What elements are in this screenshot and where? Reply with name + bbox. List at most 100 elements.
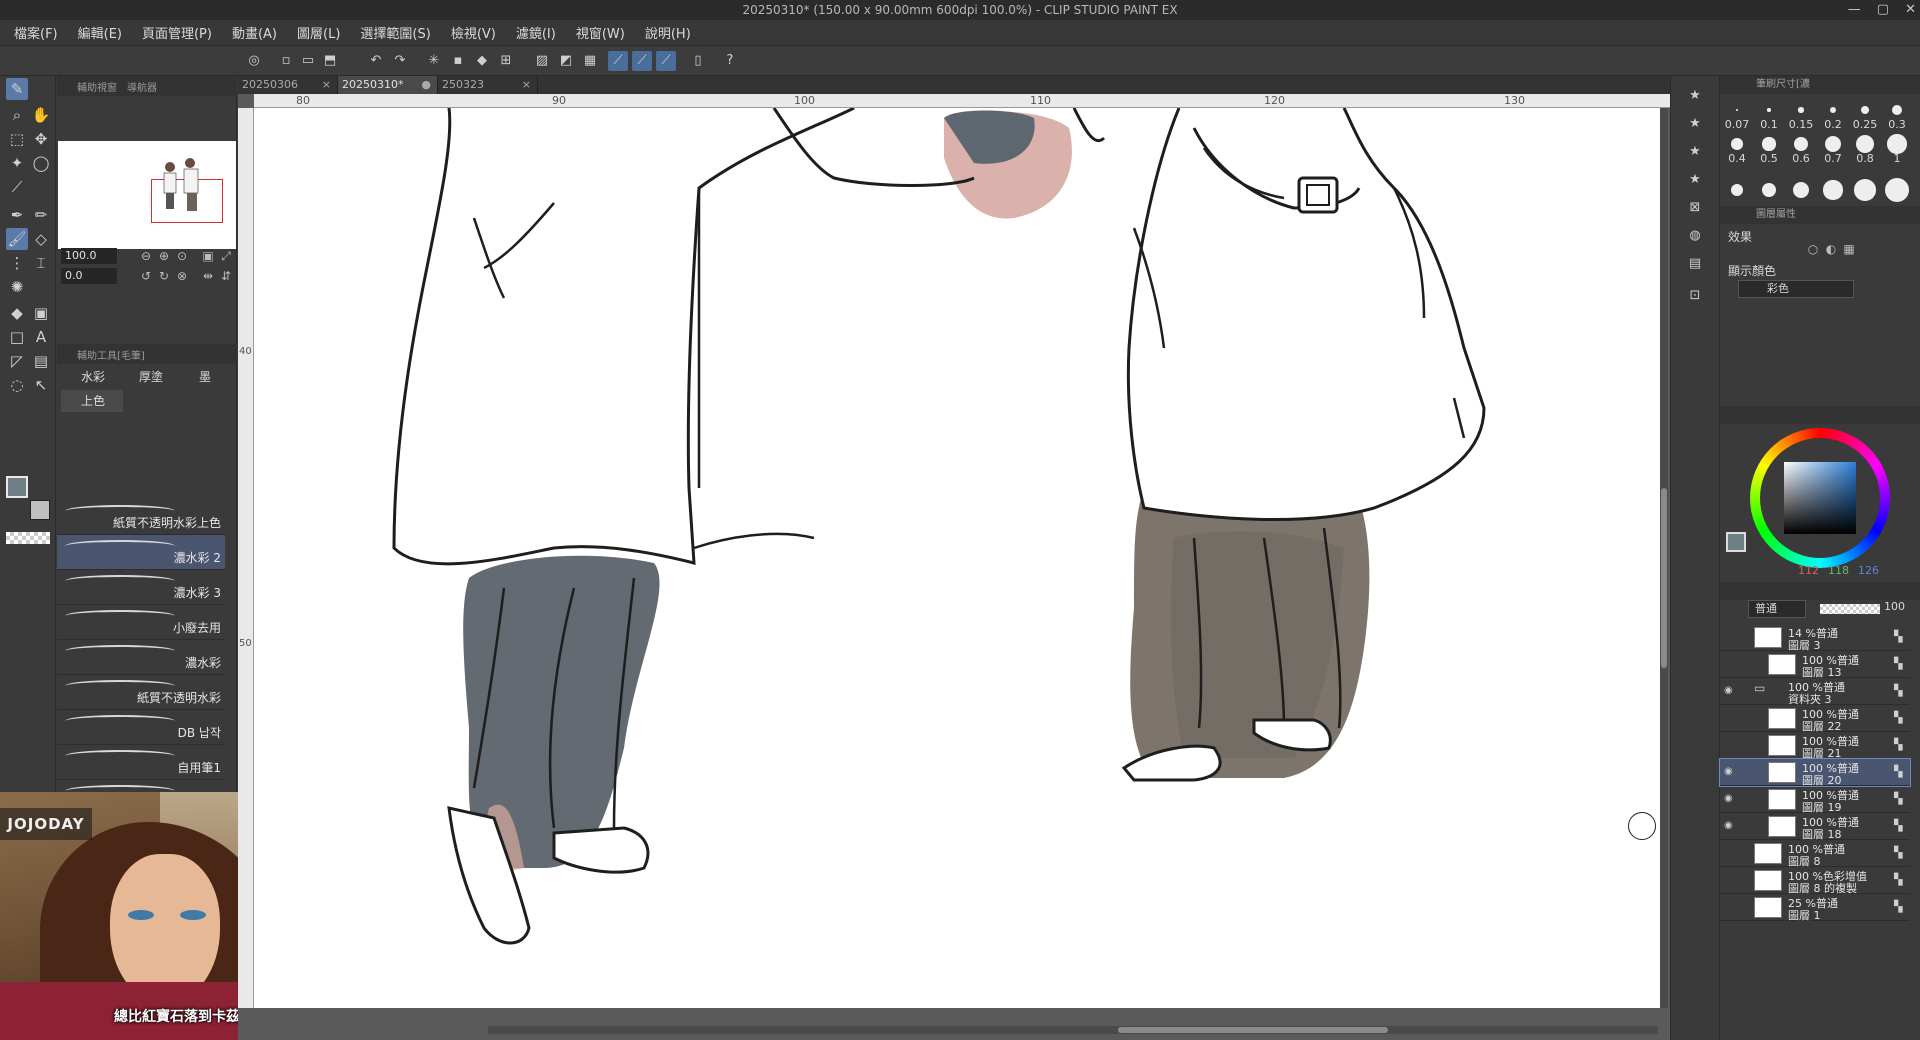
close-icon[interactable]: × [522, 76, 531, 94]
layer-row[interactable]: 100 %普通 圖層 21 ▚ [1720, 732, 1910, 760]
saturation-value-square[interactable] [1784, 462, 1856, 534]
brush-size-label[interactable]: 0.25 [1850, 118, 1880, 131]
eye-icon[interactable] [1724, 874, 1738, 886]
doc-tab-250323[interactable]: 250323 × [438, 76, 538, 94]
layer-name[interactable]: 圖層 1 [1788, 907, 1821, 923]
opacity-slider[interactable] [1820, 604, 1880, 614]
close-icon[interactable]: × [322, 76, 331, 94]
zoom-fit-icon[interactable]: ⊙ [175, 249, 189, 263]
brush-size-dot[interactable] [1887, 134, 1907, 154]
layer-row[interactable]: 25 %普通 圖層 1 ▚ [1720, 894, 1910, 923]
open-file-icon[interactable]: ▭ [298, 51, 318, 71]
layer-row[interactable]: 100 %普通 圖層 22 ▚ [1720, 705, 1910, 733]
layer-row[interactable]: ◉ 100 %普通 圖層 19 ▚ [1720, 786, 1910, 814]
snap-ruler-icon[interactable]: ◩ [556, 51, 576, 71]
snap-special-ruler-icon[interactable]: ⟋ [608, 51, 628, 71]
layer-row[interactable]: ◉ ▭ 100 %普通 資料夾 3 ▚ [1720, 678, 1910, 706]
eye-icon[interactable]: ◉ [1724, 766, 1738, 778]
brush-size-label[interactable]: 0.1 [1754, 118, 1784, 131]
frame-border-icon[interactable]: ◸ [6, 350, 28, 372]
fit-navigator-icon[interactable]: ⤢ [219, 249, 233, 263]
brush-size-dot[interactable] [1762, 137, 1776, 151]
layer-property-icon[interactable]: ▤ [1685, 254, 1705, 274]
menu-file[interactable]: 檔案(F) [14, 23, 58, 42]
close-button[interactable]: ✕ [1905, 0, 1916, 20]
brush-size-dot[interactable] [1761, 182, 1777, 198]
menu-edit[interactable]: 編輯(E) [78, 23, 122, 42]
pen-tool-icon[interactable]: ✎ [6, 78, 28, 100]
layer-row[interactable]: ◉ 100 %普通 圖層 20 ▚ [1719, 758, 1911, 787]
brush-size-dot[interactable] [1731, 184, 1743, 196]
brush-size-dot[interactable] [1823, 180, 1843, 200]
brush-size-dot[interactable] [1829, 106, 1837, 114]
brush-size-label[interactable]: 0.07 [1722, 118, 1752, 131]
eraser-icon[interactable]: ◇ [30, 228, 52, 250]
hand-tool-icon[interactable]: ✋ [30, 104, 52, 126]
brush-size-dot[interactable] [1856, 135, 1874, 153]
brush-size-label[interactable]: 0.4 [1722, 152, 1752, 165]
flip-vertical-icon[interactable]: ⇵ [219, 269, 233, 283]
doc-tab-20250310[interactable]: 20250310* ● [338, 76, 438, 94]
auto-select-icon[interactable]: ✦ [6, 152, 28, 174]
brush-icon[interactable]: 🖌 [6, 228, 28, 250]
text-tool-icon[interactable]: A [30, 326, 52, 348]
fill-tool-icon[interactable]: ◆ [6, 302, 28, 324]
layer-row[interactable]: 100 %普通 圖層 13 ▚ [1720, 651, 1910, 679]
eye-icon[interactable] [1724, 712, 1738, 724]
brush-size-label[interactable]: 0.3 [1882, 118, 1912, 131]
effect-pattern-icon[interactable]: ▦ [1842, 242, 1856, 256]
vertical-scrollbar[interactable] [1660, 108, 1668, 1008]
current-color-swatch[interactable] [1726, 532, 1746, 552]
effect-tone-icon[interactable]: ◐ [1824, 242, 1838, 256]
scroll-thumb[interactable] [1118, 1027, 1388, 1033]
layer-row[interactable]: 14 %普通 圖層 3 ▚ [1720, 624, 1910, 652]
menu-layer[interactable]: 圖層(L) [297, 23, 340, 42]
history-icon[interactable]: ⊠ [1685, 198, 1705, 218]
eye-icon[interactable]: ◉ [1724, 685, 1738, 697]
fill-icon[interactable]: ◆ [472, 51, 492, 71]
eyedropper-icon[interactable]: ⟋ [6, 176, 28, 198]
snap-line-icon[interactable]: ⟋ [656, 51, 676, 71]
layer-select-icon[interactable]: ⬚ [6, 128, 28, 150]
loading-icon[interactable]: ✳ [424, 51, 444, 71]
brush-item[interactable]: 濃水彩 2 [57, 535, 225, 570]
reset-rotate-icon[interactable]: ⊗ [175, 269, 189, 283]
correct-line-icon[interactable]: ↖ [30, 374, 52, 396]
minimize-button[interactable]: — [1848, 0, 1861, 20]
rotate-left-icon[interactable]: ↺ [139, 269, 153, 283]
transparent-color-swatch[interactable] [6, 532, 50, 544]
layer-row[interactable]: 100 %色彩增值 圖層 8 的複製 ▚ [1720, 867, 1910, 895]
new-file-icon[interactable]: ▫ [276, 51, 296, 71]
brush-size-dot[interactable] [1798, 107, 1804, 113]
fit-screen-icon[interactable]: ▣ [201, 249, 215, 263]
eye-icon[interactable] [1724, 901, 1738, 913]
balloon-icon[interactable]: ◌ [6, 374, 28, 396]
eye-icon[interactable]: ◉ [1724, 820, 1738, 832]
blend-icon[interactable]: ⌶ [30, 252, 52, 274]
brush-size-label[interactable]: 0.8 [1850, 152, 1880, 165]
drawing-canvas[interactable] [254, 108, 1664, 1008]
eye-icon[interactable] [1724, 847, 1738, 859]
pencil-icon[interactable]: ✏ [30, 204, 52, 226]
zoom-tool-icon[interactable]: ⌕ [6, 104, 28, 126]
brush-size-dot[interactable] [1793, 136, 1809, 152]
brush-size-dot[interactable] [1854, 179, 1876, 201]
menu-selection[interactable]: 選擇範圍(S) [360, 23, 430, 42]
opacity-value[interactable]: 100 [1884, 600, 1905, 613]
flip-horizontal-icon[interactable]: ⇹ [201, 269, 215, 283]
brush-item[interactable]: DB 납작 [57, 710, 225, 745]
brush-size-dot[interactable] [1731, 138, 1743, 150]
rotate-right-icon[interactable]: ↻ [157, 269, 171, 283]
ruler-icon[interactable]: ▤ [30, 350, 52, 372]
snap-grid-icon[interactable]: ▦ [580, 51, 600, 71]
main-color-swatch[interactable] [6, 476, 28, 498]
zoom-in-icon[interactable]: ⊕ [157, 249, 171, 263]
device-settings-icon[interactable]: ▯ [688, 51, 708, 71]
rotate-field[interactable]: 0.0 [61, 268, 117, 284]
pen-icon[interactable]: ✒ [6, 204, 28, 226]
menu-filter[interactable]: 濾鏡(I) [516, 23, 556, 42]
zoom-field[interactable]: 100.0 [61, 248, 117, 264]
brush-size-label[interactable]: 0.7 [1818, 152, 1848, 165]
navigator-preview[interactable] [58, 141, 236, 249]
subtool-group-coloring[interactable]: 上色 [61, 390, 123, 412]
